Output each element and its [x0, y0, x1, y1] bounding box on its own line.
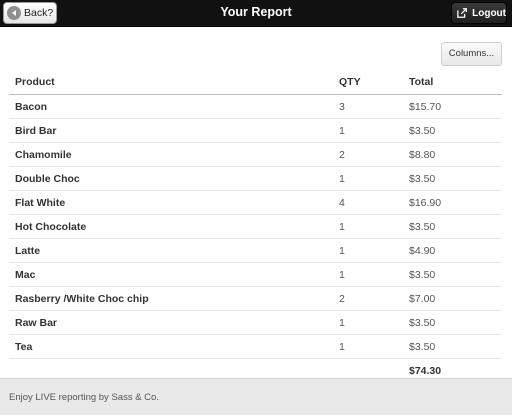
logout-icon — [457, 8, 467, 18]
cell-product: Tea — [9, 334, 333, 359]
back-button[interactable]: Back? — [3, 2, 57, 24]
cell-product: Hot Chocolate — [9, 214, 333, 239]
cell-qty: 1 — [333, 214, 403, 239]
table-row: Double Choc 1 $3.50 — [9, 166, 502, 191]
cell-qty: 1 — [333, 262, 403, 287]
cell-qty: 2 — [333, 286, 403, 311]
table-row: Flat White 4 $16.90 — [9, 190, 502, 215]
cell-qty: 1 — [333, 310, 403, 335]
cell-qty: 1 — [333, 334, 403, 359]
cell-qty: 4 — [333, 190, 403, 215]
cell-total: $4.90 — [403, 238, 502, 263]
logout-button[interactable]: Logout — [451, 2, 507, 24]
back-arrow-icon — [7, 6, 21, 20]
column-header-product[interactable]: Product — [9, 70, 333, 95]
cell-product: Double Choc — [9, 166, 333, 191]
table-header-row: Product QTY Total — [9, 70, 502, 95]
back-button-label: Back? — [24, 7, 54, 19]
report-table-body: Bacon 3 $15.70 Bird Bar 1 $3.50 Chamomile 2 $8.8… — [9, 94, 502, 383]
cell-qty: 2 — [333, 142, 403, 167]
cell-product: Latte — [9, 238, 333, 263]
cell-qty: 3 — [333, 94, 403, 119]
footer-text: Enjoy LIVE reporting by Sass & Co. — [9, 392, 159, 403]
report-table: Product QTY Total Bacon 3 $15.70 Bird Bar 1 $… — [9, 70, 502, 382]
cell-qty: 1 — [333, 118, 403, 143]
cell-total: $3.50 — [403, 310, 502, 335]
logout-button-label: Logout — [472, 7, 506, 19]
cell-total: $7.00 — [403, 286, 502, 311]
footer: Enjoy LIVE reporting by Sass & Co. — [0, 378, 512, 415]
table-row: Raw Bar 1 $3.50 — [9, 310, 502, 335]
table-row: Bacon 3 $15.70 — [9, 94, 502, 119]
table-row: Chamomile 2 $8.80 — [9, 142, 502, 167]
cell-total: $3.50 — [403, 262, 502, 287]
cell-qty: 1 — [333, 166, 403, 191]
column-header-total[interactable]: Total — [403, 70, 502, 95]
table-row: Hot Chocolate 1 $3.50 — [9, 214, 502, 239]
page-title: Your Report — [220, 5, 292, 19]
header-bar: Your Report Back? Logout — [0, 0, 512, 27]
cell-product: Chamomile — [9, 142, 333, 167]
table-row: Mac 1 $3.50 — [9, 262, 502, 287]
columns-button[interactable]: Columns... — [441, 42, 502, 66]
column-header-qty[interactable]: QTY — [333, 70, 403, 95]
cell-product: Bacon — [9, 94, 333, 119]
cell-product: Bird Bar — [9, 118, 333, 143]
cell-total: $8.80 — [403, 142, 502, 167]
cell-total: $3.50 — [403, 214, 502, 239]
cell-product: Mac — [9, 262, 333, 287]
cell-total: $3.50 — [403, 118, 502, 143]
cell-total: $3.50 — [403, 166, 502, 191]
cell-product: Flat White — [9, 190, 333, 215]
cell-total: $3.50 — [403, 334, 502, 359]
table-row: Tea 1 $3.50 — [9, 334, 502, 359]
table-row: Rasberry /White Choc chip 2 $7.00 — [9, 286, 502, 311]
table-row: Bird Bar 1 $3.50 — [9, 118, 502, 143]
cell-product: Rasberry /White Choc chip — [9, 286, 333, 311]
cell-qty: 1 — [333, 238, 403, 263]
table-row: Latte 1 $4.90 — [9, 238, 502, 263]
cell-total: $16.90 — [403, 190, 502, 215]
cell-total: $15.70 — [403, 94, 502, 119]
cell-product: Raw Bar — [9, 310, 333, 335]
